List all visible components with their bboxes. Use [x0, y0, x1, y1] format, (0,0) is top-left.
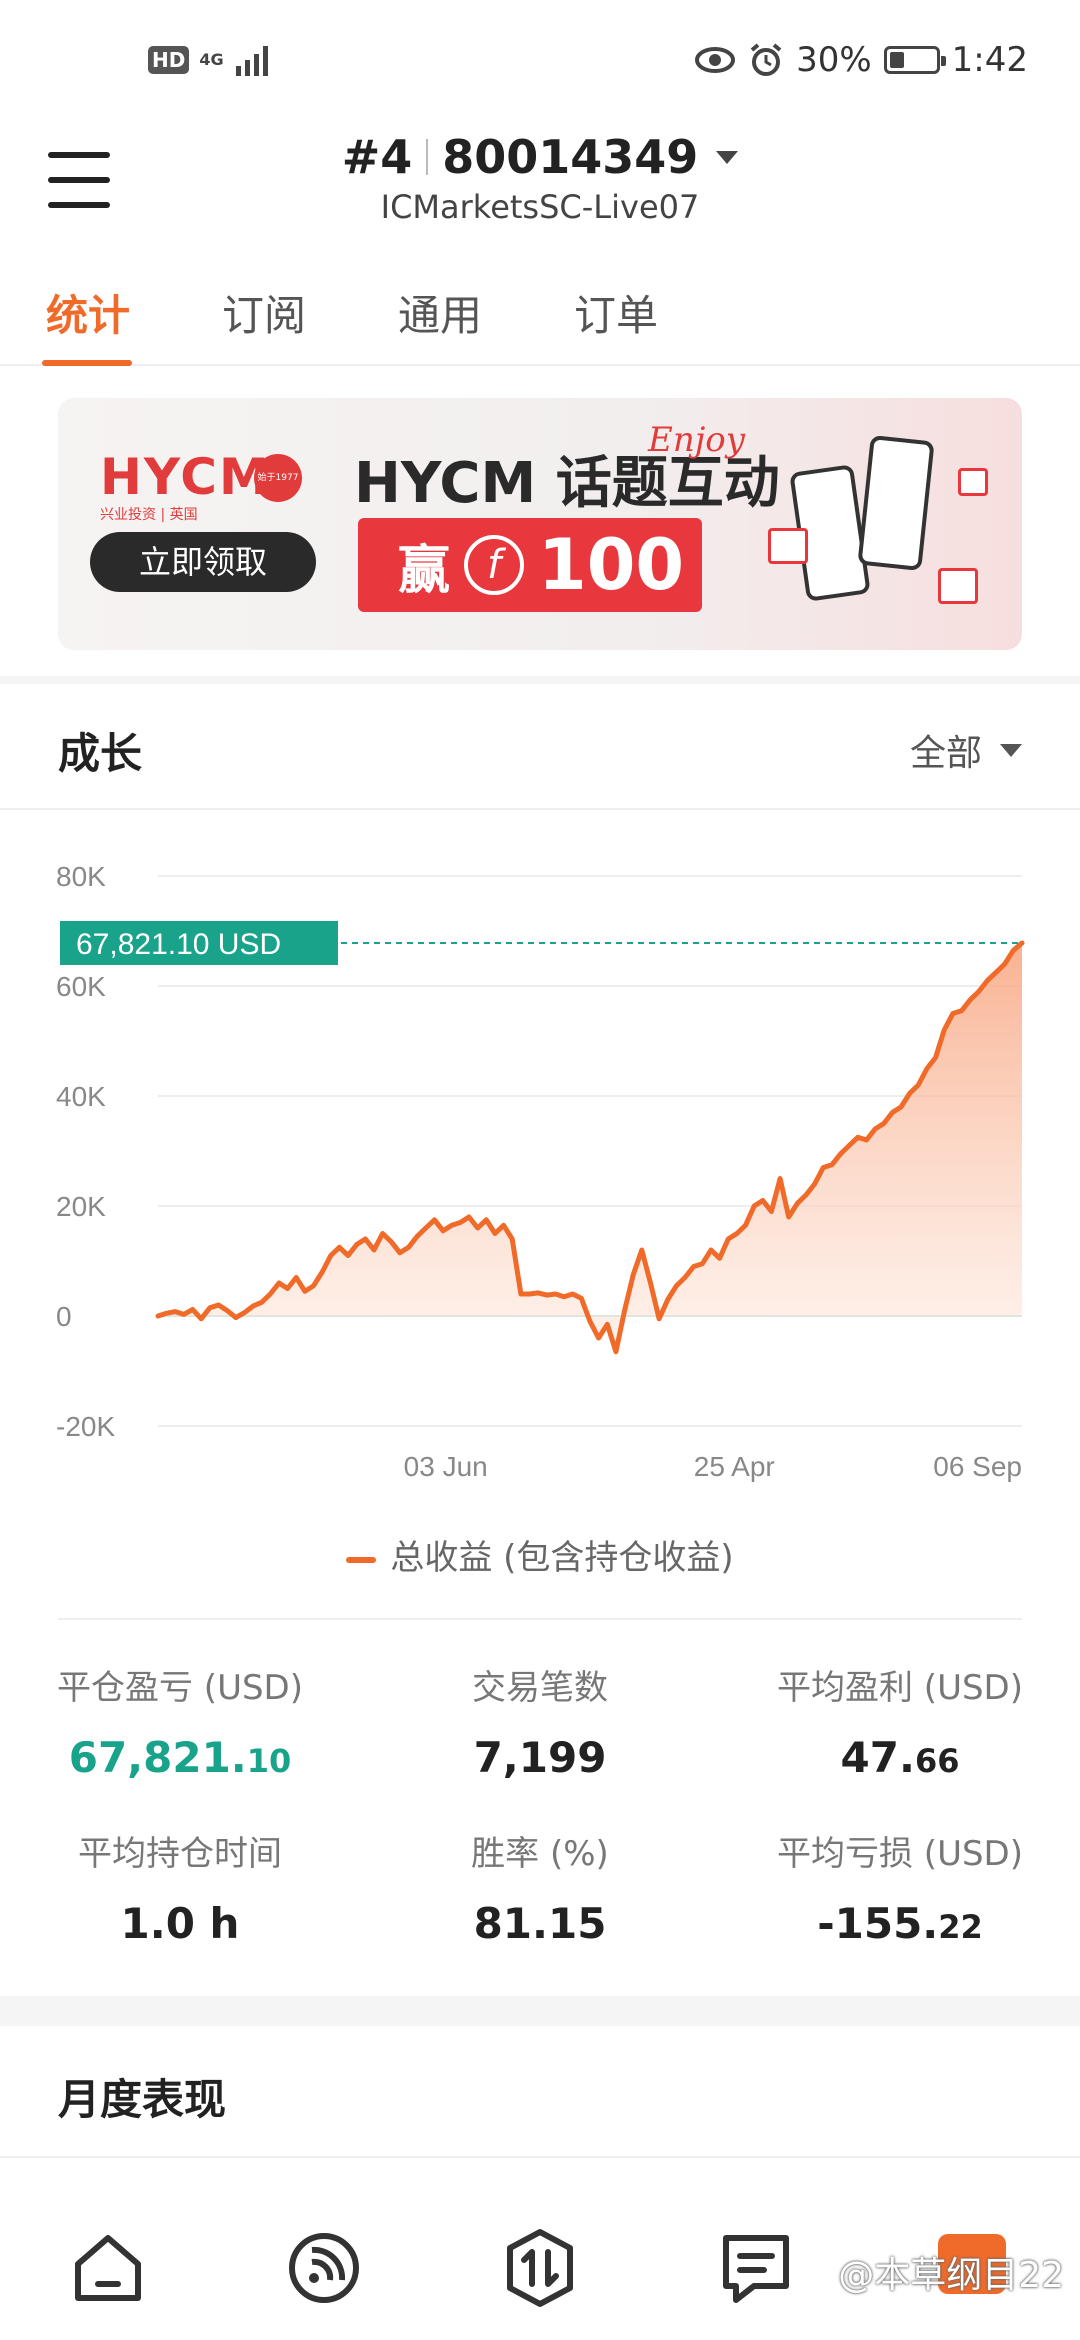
feed-icon[interactable]: [282, 2226, 366, 2310]
battery-percent: 30%: [796, 40, 872, 80]
status-left: HD 4G: [148, 44, 274, 76]
reward-amount: 100: [538, 524, 685, 606]
network-label: 4G: [199, 50, 224, 69]
win-label: 赢: [398, 540, 451, 601]
y-tick-label: 20K: [56, 1191, 106, 1222]
tab-orders[interactable]: 订单: [528, 270, 704, 364]
promo-banner[interactable]: HYCM 兴业投资 | 英国 始于1977 立即领取 HYCM 话题互动 Enj…: [58, 398, 1022, 650]
stat-value: 47.66: [840, 1733, 960, 1782]
stat-win-rate: 胜率 (%) 81.15: [360, 1826, 720, 1948]
x-tick-label: 06 Sep: [933, 1451, 1022, 1482]
chevron-down-icon: [1000, 743, 1022, 757]
divider: [0, 2156, 1080, 2158]
tab-bar: 统计 订阅 通用 订单: [0, 270, 1080, 366]
app-header: #4 80014349 ICMarketsSC-Live07: [0, 130, 1080, 260]
stat-value: 67,821.10: [68, 1733, 292, 1782]
growth-header: 成长 全部: [0, 684, 1080, 810]
tab-subscriptions[interactable]: 订阅: [176, 270, 352, 364]
alarm-icon: [750, 43, 782, 76]
gift-icon: [958, 468, 988, 496]
claim-now-button[interactable]: 立即领取: [90, 532, 316, 592]
hd-icon: HD: [148, 46, 190, 74]
stat-label: 平均持仓时间: [78, 1834, 282, 1874]
stat-label: 胜率 (%): [471, 1834, 609, 1874]
coin-icon: f: [464, 535, 525, 595]
account-number: 80014349: [442, 130, 699, 184]
section-separator: [0, 1996, 1080, 2026]
growth-chart-svg: 80K 60K 40K 20K 0 -20K 03 Jun 25 Apr 06 Sep 67,82…: [56, 861, 1025, 1482]
hycm-logo: HYCM: [100, 448, 271, 506]
hycm-logo-subtitle: 兴业投资 | 英国: [100, 507, 198, 523]
gift-icon: [768, 528, 808, 564]
chevron-down-icon[interactable]: [716, 150, 739, 164]
stat-closed-pnl: 平仓盈亏 (USD) 67,821.10: [0, 1660, 360, 1782]
eye-icon: [695, 47, 736, 73]
stat-label: 交易笔数: [472, 1668, 608, 1708]
growth-chart: 80K 60K 40K 20K 0 -20K 03 Jun 25 Apr 06 Sep 67,82…: [0, 820, 1080, 1520]
phone-image: [857, 435, 935, 571]
stat-value: 81.15: [473, 1899, 607, 1948]
phones-illustration: [768, 428, 988, 628]
legend-swatch: [346, 1556, 377, 1563]
chart-legend: 总收益 (包含持仓收益): [0, 1530, 1080, 1579]
signal-icon: [235, 46, 268, 76]
y-tick-label: 60K: [56, 971, 106, 1002]
battery-icon: [883, 46, 946, 74]
tab-general[interactable]: 通用: [352, 270, 528, 364]
hycm-seal-text: 始于1977: [257, 473, 299, 483]
clock: 1:42: [951, 40, 1028, 80]
win-reward-box: 赢 f 100: [358, 518, 702, 612]
stat-label: 平均亏损 (USD): [777, 1834, 1023, 1874]
x-tick-label: 25 Apr: [694, 1451, 775, 1482]
stat-avg-loss: 平均亏损 (USD) -155.22: [720, 1826, 1080, 1948]
account-index: #4: [341, 130, 413, 184]
home-icon[interactable]: [66, 2226, 150, 2310]
y-tick-label: 40K: [56, 1081, 106, 1112]
gift-icon: [938, 568, 978, 604]
stat-avg-hold-time: 平均持仓时间 1.0 h: [0, 1826, 360, 1948]
stat-value: -155.22: [817, 1899, 983, 1948]
section-separator: [0, 676, 1080, 684]
range-label: 全部: [909, 733, 982, 774]
stat-trade-count: 交易笔数 7,199: [360, 1660, 720, 1782]
stat-value: 7,199: [473, 1733, 607, 1782]
current-value-label: 67,821.10 USD: [76, 928, 281, 961]
account-selector[interactable]: #4 80014349 ICMarketsSC-Live07: [0, 130, 1080, 226]
hycm-seal-icon: 始于1977: [254, 454, 302, 502]
y-tick-label: -20K: [56, 1411, 115, 1442]
growth-title: 成长: [58, 729, 143, 778]
divider: [58, 1618, 1022, 1620]
watermark: @本草纲目22: [838, 2255, 1064, 2296]
range-selector[interactable]: 全部: [910, 724, 1022, 776]
status-bar: HD 4G 30% 1:42: [0, 0, 1080, 130]
account-server: ICMarketsSC-Live07: [380, 188, 700, 226]
trade-icon[interactable]: [498, 2226, 582, 2310]
legend-label: 总收益 (包含持仓收益): [390, 1538, 734, 1578]
tab-statistics[interactable]: 统计: [0, 270, 176, 366]
x-tick-label: 03 Jun: [404, 1451, 488, 1482]
network-icon: 4G: [199, 52, 223, 68]
stat-value: 1.0 h: [120, 1899, 240, 1948]
messages-icon[interactable]: [714, 2226, 798, 2310]
stat-avg-profit: 平均盈利 (USD) 47.66: [720, 1660, 1080, 1782]
banner-decoration: Enjoy: [648, 420, 745, 460]
y-tick-label: 0: [56, 1301, 72, 1332]
status-right: 30% 1:42: [694, 40, 1028, 80]
stat-label: 平均盈利 (USD): [777, 1668, 1023, 1708]
stat-label: 平仓盈亏 (USD): [57, 1668, 303, 1708]
account-separator: [426, 139, 429, 175]
y-tick-label: 80K: [56, 861, 106, 892]
monthly-performance-title: 月度表现: [58, 2075, 227, 2124]
